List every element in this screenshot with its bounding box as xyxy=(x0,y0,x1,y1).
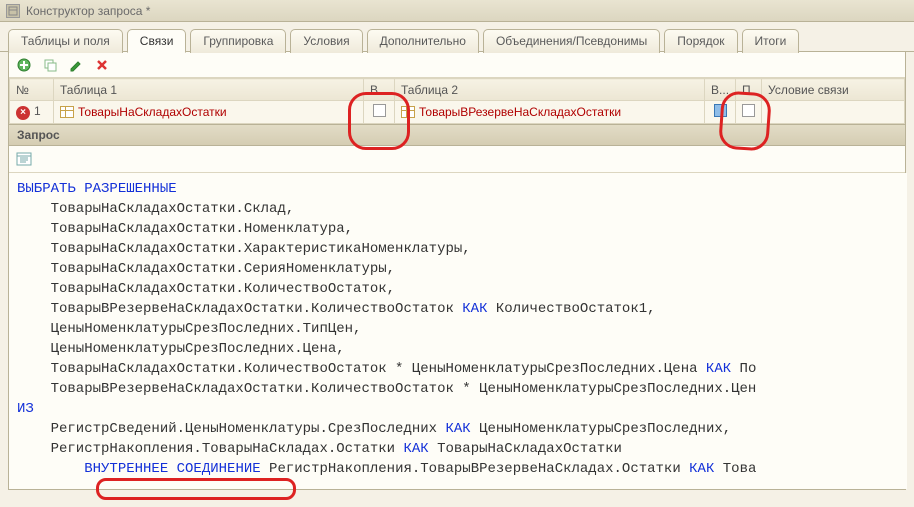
cell-p[interactable] xyxy=(736,101,762,124)
checkbox-v1[interactable] xyxy=(373,104,386,117)
tab-totals[interactable]: Итоги xyxy=(742,29,800,53)
cell-v2[interactable] xyxy=(705,101,736,124)
copy-icon[interactable] xyxy=(41,56,59,74)
col-header-p[interactable]: П. xyxy=(736,79,762,101)
col-header-num[interactable]: № xyxy=(10,79,54,101)
links-table[interactable]: № Таблица 1 В... Таблица 2 В... П. Услов… xyxy=(9,78,905,124)
tab-additional[interactable]: Дополнительно xyxy=(367,29,479,53)
table-row[interactable]: ×1 ТоварыНаСкладахОстатки ТоварыВРезерве… xyxy=(10,101,905,124)
col-header-v1[interactable]: В... xyxy=(364,79,395,101)
window-title: Конструктор запроса * xyxy=(26,4,150,18)
tab-strip: Таблицы и поля Связи Группировка Условия… xyxy=(0,22,914,52)
checkbox-p[interactable] xyxy=(742,104,755,117)
view-query-icon[interactable] xyxy=(15,150,33,168)
window-icon xyxy=(6,4,20,18)
cell-num[interactable]: ×1 xyxy=(10,101,54,124)
section-query-label: Запрос xyxy=(9,124,905,146)
cell-table1[interactable]: ТоварыНаСкладахОстатки xyxy=(54,101,364,124)
links-panel: № Таблица 1 В... Таблица 2 В... П. Услов… xyxy=(8,52,906,490)
cell-v1[interactable] xyxy=(364,101,395,124)
window-titlebar: Конструктор запроса * xyxy=(0,0,914,22)
checkbox-v2[interactable] xyxy=(714,104,727,117)
col-header-condition[interactable]: Условие связи xyxy=(762,79,905,101)
tab-tables-fields[interactable]: Таблицы и поля xyxy=(8,29,123,53)
query-toolbar xyxy=(9,146,905,173)
tab-order[interactable]: Порядок xyxy=(664,29,737,53)
edit-icon[interactable] xyxy=(67,56,85,74)
add-icon[interactable] xyxy=(15,56,33,74)
col-header-v2[interactable]: В... xyxy=(705,79,736,101)
error-icon: × xyxy=(16,106,30,120)
table-icon xyxy=(60,106,74,118)
col-header-table2[interactable]: Таблица 2 xyxy=(395,79,705,101)
cell-condition[interactable] xyxy=(762,101,905,124)
links-toolbar xyxy=(9,52,905,78)
query-text[interactable]: ВЫБРАТЬ РАЗРЕШЕННЫЕ ТоварыНаСкладахОстат… xyxy=(9,173,907,489)
cell-table2[interactable]: ТоварыВРезервеНаСкладахОстатки xyxy=(395,101,705,124)
delete-icon[interactable] xyxy=(93,56,111,74)
tab-grouping[interactable]: Группировка xyxy=(190,29,286,53)
tab-conditions[interactable]: Условия xyxy=(290,29,362,53)
tab-links[interactable]: Связи xyxy=(127,29,187,53)
table-icon xyxy=(401,106,415,118)
col-header-table1[interactable]: Таблица 1 xyxy=(54,79,364,101)
tab-unions-aliases[interactable]: Объединения/Псевдонимы xyxy=(483,29,660,53)
